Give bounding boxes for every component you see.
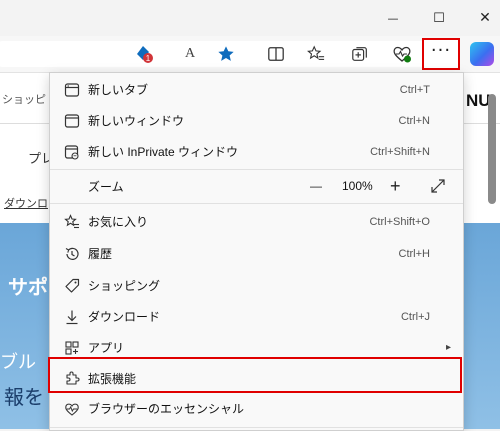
hero-heading: サポ — [8, 277, 48, 299]
more-icon: ··· — [430, 40, 452, 61]
favorites-list-icon — [307, 45, 325, 60]
zoom-label: ズーム — [88, 179, 124, 194]
tracking-prevention-button[interactable]: 1 — [134, 44, 154, 64]
read-aloud-icon: A — [184, 46, 196, 61]
zoom-in-button[interactable]: + — [390, 176, 401, 197]
new-tab-icon — [63, 81, 81, 99]
minimize-button[interactable]: — — [370, 0, 416, 36]
hero-text: ブル — [0, 352, 36, 372]
favorites-icon — [63, 213, 81, 231]
menu-item-shortcut: Ctrl+H — [398, 247, 430, 260]
menu-item-new-inprivate-window[interactable]: 新しい InPrivate ウィンドウ Ctrl+Shift+N — [50, 136, 463, 167]
menu-item-label: お気に入り — [88, 215, 149, 229]
browser-essentials-icon — [63, 400, 81, 418]
inprivate-icon — [63, 143, 81, 161]
favorite-star-button[interactable] — [216, 44, 236, 64]
menu-item-new-window[interactable]: 新しいウィンドウ Ctrl+N — [50, 105, 463, 136]
shopping-tag-icon — [63, 277, 81, 295]
zoom-out-button[interactable]: — — [310, 179, 322, 193]
menu-item-label: ショッピング — [88, 279, 161, 293]
close-button[interactable]: ✕ — [462, 0, 500, 36]
split-screen-icon — [268, 47, 284, 61]
menu-item-new-tab[interactable]: 新しいタブ Ctrl+T — [50, 74, 463, 105]
menu-item-downloads[interactable]: ダウンロード Ctrl+J — [50, 301, 463, 332]
title-bar: — ☐ ✕ — [0, 0, 500, 36]
menu-item-shortcut: Ctrl+N — [398, 114, 430, 127]
submenu-chevron-icon: ▸ — [445, 342, 451, 353]
menu-item-label: ダウンロード — [88, 310, 161, 324]
new-window-icon — [63, 112, 81, 130]
menu-item-shortcut: Ctrl+Shift+O — [369, 215, 430, 228]
zoom-level: 100% — [342, 179, 373, 193]
collections-button[interactable] — [350, 44, 370, 64]
star-filled-icon — [218, 46, 234, 61]
read-aloud-button[interactable]: A — [180, 44, 200, 64]
menu-item-shortcut: Ctrl+J — [400, 310, 430, 323]
split-screen-button[interactable] — [266, 44, 286, 64]
svg-text:1: 1 — [146, 54, 151, 63]
favorites-button[interactable] — [306, 44, 326, 64]
apps-icon — [63, 339, 81, 357]
menu-item-label: アプリ — [88, 341, 125, 355]
hero-subtext: 報を — [4, 387, 44, 409]
shield-icon: 1 — [137, 46, 153, 63]
collections-icon — [352, 47, 367, 61]
extensions-highlight-box — [48, 357, 462, 393]
download-icon — [63, 308, 81, 326]
page-nav-text[interactable]: ショッピ — [2, 91, 46, 107]
menu-item-label: 履歴 — [88, 247, 113, 261]
browser-essentials-button[interactable] — [392, 44, 412, 64]
page-download-link[interactable]: ダウンロ — [4, 195, 48, 211]
page-brand-partial: NU — [466, 91, 491, 110]
menu-divider — [50, 203, 463, 204]
menu-item-label: 新しいタブ — [88, 83, 149, 97]
menu-item-shortcut: Ctrl+T — [399, 83, 430, 96]
copilot-icon[interactable] — [470, 42, 494, 66]
menu-divider — [50, 169, 463, 170]
expand-icon — [431, 179, 445, 193]
menu-item-zoom: ズーム — 100% + — [50, 171, 463, 201]
menu-item-browser-essentials[interactable]: ブラウザーのエッセンシャル — [50, 393, 463, 424]
menu-item-shopping[interactable]: ショッピング — [50, 270, 463, 301]
menu-item-label: 新しい InPrivate ウィンドウ — [88, 145, 239, 159]
menu-item-favorites[interactable]: お気に入り Ctrl+Shift+O — [50, 206, 463, 237]
menu-divider — [50, 427, 463, 428]
menu-item-label: ブラウザーのエッセンシャル — [88, 402, 245, 416]
history-icon — [63, 245, 81, 263]
maximize-button[interactable]: ☐ — [416, 0, 462, 36]
fullscreen-button[interactable] — [430, 178, 446, 194]
menu-item-shortcut: Ctrl+Shift+N — [370, 145, 430, 158]
heart-pulse-icon — [393, 46, 411, 63]
menu-item-history[interactable]: 履歴 Ctrl+H — [50, 238, 463, 269]
menu-item-label: 新しいウィンドウ — [88, 114, 185, 128]
settings-and-more-button[interactable]: ··· — [422, 38, 460, 70]
page-scrollbar-thumb[interactable] — [488, 94, 496, 204]
